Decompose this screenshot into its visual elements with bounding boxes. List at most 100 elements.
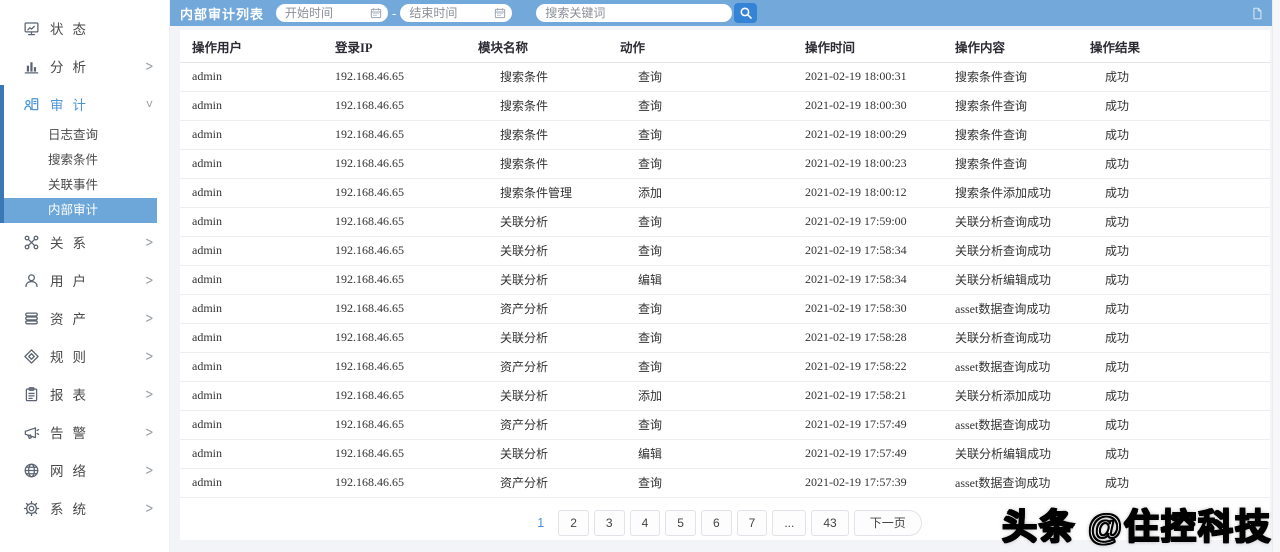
export-icon[interactable] [1250, 6, 1264, 21]
table-cell: 成功 [1078, 62, 1270, 92]
col-header-ip: 登录IP [323, 32, 466, 63]
table-cell: 查询 [608, 323, 793, 353]
chevron-right-icon: > [145, 233, 153, 251]
table-cell: 成功 [1078, 294, 1270, 324]
table-cell: 192.168.46.65 [323, 178, 466, 208]
table-cell: admin [180, 120, 323, 150]
table-cell: admin [180, 207, 323, 237]
table-cell: 192.168.46.65 [323, 149, 466, 179]
keyword-input[interactable] [536, 4, 733, 22]
sidebar-item-analysis[interactable]: 分析 > [0, 47, 157, 85]
page-current[interactable]: 1 [528, 516, 553, 530]
main-area: 内部审计列表 - [170, 0, 1280, 552]
table-row: admin 192.168.46.65 关联分析 添加 2021-02-19 17:58… [180, 381, 1270, 411]
sidebar-group-audit: 审计 > 日志查询 搜索条件 关联事件 内部审计 [0, 85, 169, 223]
table-cell: 关联分析 [466, 323, 608, 353]
assets-icon [23, 310, 40, 327]
sidebar: 状态分析 > 审计 > 日志查询 搜索条件 关联事件 内部审计 关系 > 用户 > 资产 > 规则 > 报表 > 告… [0, 0, 170, 552]
table-cell: 成功 [1078, 178, 1270, 208]
table-cell: 2021-02-19 17:58:28 [793, 323, 943, 353]
start-time-field [276, 4, 389, 22]
col-header-module: 模块名称 [466, 32, 608, 63]
table-cell: 成功 [1078, 323, 1270, 353]
sidebar-item-audit[interactable]: 审计 > [0, 85, 157, 123]
search-button[interactable] [734, 3, 758, 23]
search-icon [740, 7, 752, 19]
table-cell: 搜索条件查询 [943, 149, 1078, 179]
sidebar-item-assets[interactable]: 资产 > [0, 299, 157, 337]
table-cell: 资产分析 [466, 352, 608, 382]
table-cell: 关联分析添加成功 [943, 381, 1078, 411]
table-cell: admin [180, 236, 323, 266]
date-range-separator: - [392, 5, 397, 21]
table-cell: 成功 [1078, 468, 1270, 498]
table-cell: 编辑 [608, 265, 793, 295]
sidebar-subitem-search-criteria[interactable]: 搜索条件 [0, 148, 157, 173]
table-cell: 搜索条件 [466, 62, 608, 92]
chevron-right-icon: > [145, 309, 153, 327]
chevron-right-icon: > [145, 57, 153, 75]
table-cell: 192.168.46.65 [323, 91, 466, 121]
table-cell: 关联分析 [466, 439, 608, 469]
toolbar: 内部审计列表 - [170, 0, 1280, 26]
col-header-time: 操作时间 [793, 32, 943, 63]
app-root: 状态 分析 > 审计 > 日志查询 搜索条件 关联事件 内部审计 关系 > 用户 > 资产 > 规则 > 报表 > 告… [0, 0, 1280, 552]
chevron-right-icon: > [145, 423, 153, 441]
page-button-43[interactable]: 43 [811, 509, 849, 536]
sidebar-subitem-related-events[interactable]: 关联事件 [0, 173, 157, 198]
table-cell: asset数据查询成功 [943, 294, 1078, 324]
scrollbar[interactable] [1272, 0, 1280, 552]
table-cell: admin [180, 265, 323, 295]
table-cell: 添加 [608, 178, 793, 208]
table-cell: 搜索条件查询 [943, 120, 1078, 150]
alert-icon [23, 424, 40, 441]
table-cell: admin [180, 91, 323, 121]
page-button-7[interactable]: 7 [736, 509, 768, 536]
globe-icon [23, 462, 40, 479]
table-row: admin 192.168.46.65 搜索条件管理 添加 2021-02-19 18:… [180, 178, 1270, 208]
content-area: 操作用户 登录IP 模块名称 动作 操作时间 操作内容 操作结果 admin 19… [170, 26, 1280, 552]
page-ellipsis[interactable]: ... [772, 509, 807, 536]
col-header-user: 操作用户 [180, 32, 323, 63]
sidebar-item-users[interactable]: 用户 > [0, 261, 157, 299]
page-button-6[interactable]: 6 [700, 509, 732, 536]
sidebar-item-status[interactable]: 状态 [0, 9, 157, 47]
table-cell: asset数据查询成功 [943, 468, 1078, 498]
table-cell: admin [180, 381, 323, 411]
page-button-5[interactable]: 5 [665, 509, 696, 536]
table-row: admin 192.168.46.65 关联分析 编辑 2021-02-19 17:57… [180, 439, 1270, 469]
table-cell: 成功 [1078, 265, 1270, 295]
sidebar-item-alerts[interactable]: 告警 > [0, 413, 157, 451]
sidebar-item-system[interactable]: 系统 > [0, 489, 157, 527]
page-button-2[interactable]: 2 [558, 509, 589, 536]
table-cell: 关联分析查询成功 [943, 207, 1078, 237]
table-cell: 2021-02-19 18:00:12 [793, 178, 943, 208]
sidebar-item-label: 状态 [50, 22, 95, 37]
sidebar-item-network[interactable]: 网络 > [0, 451, 157, 489]
table-cell: 2021-02-19 17:57:49 [793, 439, 943, 469]
table-row: admin 192.168.46.65 资产分析 查询 2021-02-19 17:57… [180, 410, 1270, 440]
audit-icon [23, 96, 40, 113]
calendar-icon[interactable] [494, 7, 506, 19]
table-cell: 查询 [608, 120, 793, 150]
table-cell: 关联分析 [466, 236, 608, 266]
table-cell: 192.168.46.65 [323, 323, 466, 353]
sidebar-item-rules[interactable]: 规则 > [0, 337, 157, 375]
sidebar-item-reports[interactable]: 报表 > [0, 375, 157, 413]
table-row: admin 192.168.46.65 搜索条件 查询 2021-02-19 18:00… [180, 149, 1270, 179]
end-time-field [400, 4, 513, 22]
sidebar-item-relations[interactable]: 关系 > [0, 223, 157, 261]
table-cell: 关联分析 [466, 207, 608, 237]
page-button-3[interactable]: 3 [593, 509, 625, 536]
page-button-4[interactable]: 4 [629, 509, 661, 536]
next-page-button[interactable]: 下一页 [853, 509, 922, 536]
calendar-icon[interactable] [370, 7, 382, 19]
table-cell: admin [180, 62, 323, 92]
table-cell: 192.168.46.65 [323, 352, 466, 382]
table-cell: admin [180, 468, 323, 498]
sidebar-subitem-internal-audit[interactable]: 内部审计 [0, 198, 157, 223]
table-cell: 添加 [608, 381, 793, 411]
sidebar-subitem-log-query[interactable]: 日志查询 [0, 123, 157, 148]
table-cell: admin [180, 439, 323, 469]
table-cell: 搜索条件管理 [466, 178, 608, 208]
